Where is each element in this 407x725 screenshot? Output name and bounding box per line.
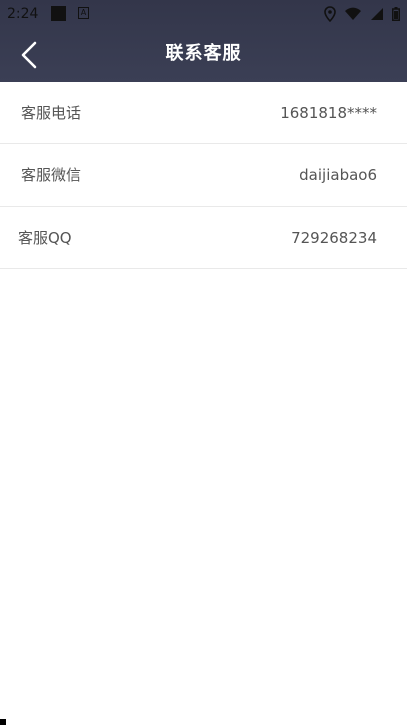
signal-icon <box>371 8 383 20</box>
location-icon <box>324 6 336 22</box>
contact-label: 客服电话 <box>21 104 82 122</box>
a-icon: A <box>78 7 89 19</box>
status-bar: 2:24 A <box>0 0 407 28</box>
contact-list: 客服电话 1681818**** 客服微信 daijiabao6 客服QQ 72… <box>0 82 407 269</box>
page-title: 联系客服 <box>165 43 242 64</box>
square-icon <box>51 6 66 21</box>
contact-row-qq[interactable]: 客服QQ 729268234 <box>0 207 407 269</box>
corner-mark <box>0 719 6 725</box>
contact-row-wechat[interactable]: 客服微信 daijiabao6 <box>0 144 407 207</box>
wifi-icon <box>345 7 361 20</box>
status-time: 2:24 <box>7 6 39 22</box>
header: 2:24 A 联系客服 <box>0 0 407 82</box>
contact-label: 客服微信 <box>21 166 82 184</box>
battery-icon <box>392 7 400 21</box>
contact-value: daijiabao6 <box>299 166 377 184</box>
contact-value: 1681818**** <box>280 104 377 122</box>
contact-value: 729268234 <box>291 229 377 247</box>
status-icons <box>324 4 400 24</box>
navigation-bar: 联系客服 <box>0 28 407 82</box>
contact-label: 客服QQ <box>18 229 72 247</box>
contact-row-phone[interactable]: 客服电话 1681818**** <box>0 82 407 144</box>
